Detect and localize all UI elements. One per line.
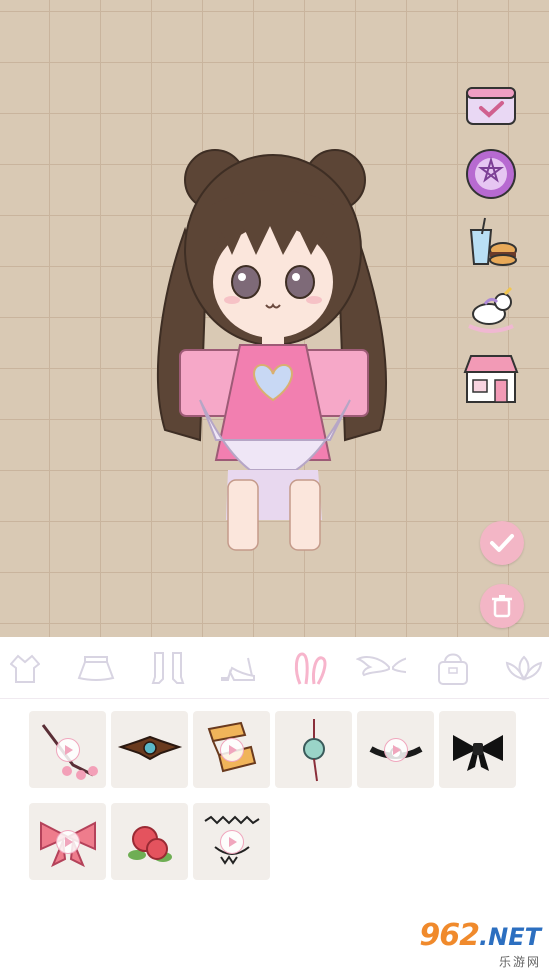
- socks-icon[interactable]: [143, 643, 193, 693]
- category-tabs: [0, 637, 549, 699]
- video-unlock-icon: [55, 829, 80, 854]
- video-unlock-icon: [219, 737, 244, 762]
- gem-collar-accessory[interactable]: [111, 711, 188, 788]
- black-bow-accessory[interactable]: [439, 711, 516, 788]
- watermark-site-name: 乐游网: [498, 955, 541, 969]
- lace-necklace-accessory[interactable]: [193, 803, 270, 880]
- dressup-stage: [0, 0, 549, 637]
- sakura-branch-accessory[interactable]: [29, 711, 106, 788]
- red-rose-accessory[interactable]: [111, 803, 188, 880]
- black-choker-accessory[interactable]: [357, 711, 434, 788]
- calendar-check-icon[interactable]: [463, 82, 519, 128]
- skirt-icon[interactable]: [71, 643, 121, 693]
- magic-star-badge-icon[interactable]: [463, 148, 519, 200]
- jacket-icon[interactable]: [0, 643, 50, 693]
- bunny-ears-icon[interactable]: [285, 643, 335, 693]
- watermark-number: 962: [419, 918, 480, 953]
- watermark-domain: .NET: [479, 923, 541, 951]
- video-unlock-icon: [383, 737, 408, 762]
- unicorn-rocking-icon[interactable]: [463, 286, 519, 336]
- wings-icon[interactable]: [356, 643, 407, 693]
- shop-icon[interactable]: [461, 352, 521, 406]
- high-heel-icon[interactable]: [214, 643, 264, 693]
- gold-armband-accessory[interactable]: [193, 711, 270, 788]
- video-unlock-icon: [55, 737, 80, 762]
- lotus-icon[interactable]: [499, 643, 549, 693]
- trash-icon[interactable]: [480, 584, 524, 628]
- drink-burger-icon[interactable]: [463, 214, 519, 268]
- video-unlock-icon: [219, 829, 244, 854]
- confirm-check-icon[interactable]: [480, 521, 524, 565]
- charm-pendant-accessory[interactable]: [275, 711, 352, 788]
- watermark: 962.NET 乐游网: [419, 918, 541, 970]
- handbag-icon[interactable]: [428, 643, 478, 693]
- pink-bow-accessory[interactable]: [29, 803, 106, 880]
